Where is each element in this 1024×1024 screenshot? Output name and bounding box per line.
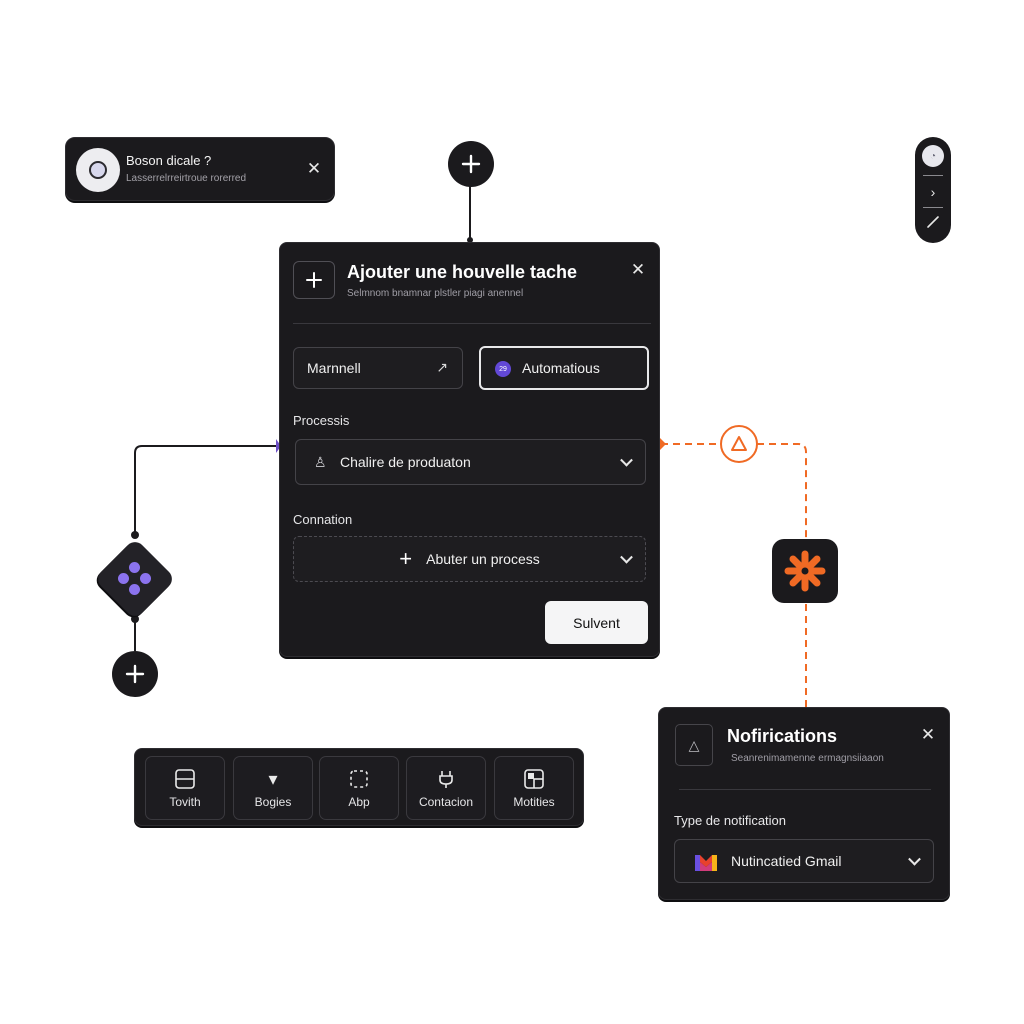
plus-icon xyxy=(125,664,145,684)
chevron-right-icon[interactable]: › xyxy=(915,184,951,200)
toast-title: Boson dicale ? xyxy=(126,153,212,168)
orange-connector-bubble xyxy=(720,425,758,463)
notifications-panel: △ Nofirications Seanrenimamenne ermagnsi… xyxy=(658,707,950,900)
toast-close-icon[interactable]: ✕ xyxy=(304,159,324,179)
tool-label: Tovith xyxy=(169,795,201,809)
grid-icon xyxy=(524,769,544,789)
line-tool-icon[interactable] xyxy=(915,215,951,232)
orange-trigger-node[interactable] xyxy=(772,539,838,603)
tool-label: Abp xyxy=(348,795,370,809)
tools-toolbar: Tovith ▾ Bogies Abp Contacion Motities xyxy=(134,748,584,826)
task-panel-title: Ajouter une houvelle tache xyxy=(347,262,578,282)
vertical-toolbar: ◔ › xyxy=(915,137,951,243)
connection-label: Connation xyxy=(293,512,353,527)
layout-icon xyxy=(175,769,195,789)
mode-auto-label: Automatious xyxy=(522,360,600,376)
task-plus-icon xyxy=(293,261,335,299)
asterisk-icon xyxy=(784,550,826,592)
add-task-panel: Ajouter une houvelle tache Selmnom bnamn… xyxy=(279,242,660,657)
notifications-title: Nofirications xyxy=(727,726,838,746)
user-avatar[interactable]: ◔ xyxy=(922,145,944,167)
process-value: Chalire de produaton xyxy=(340,454,471,470)
tool-contacion-button[interactable]: Contacion xyxy=(406,756,486,820)
add-node-bottom-button[interactable] xyxy=(112,651,158,697)
mode-automatic-button[interactable]: 29 Automatious xyxy=(479,346,649,390)
task-close-icon[interactable]: ✕ xyxy=(628,260,648,280)
funnel-icon: ▾ xyxy=(268,769,278,789)
pen-icon: ↗ xyxy=(436,359,448,375)
tool-bogies-button[interactable]: ▾ Bogies xyxy=(233,756,313,820)
toast-subtitle: Lasserrelrreirtroue rorerred xyxy=(126,173,247,184)
process-icon: ♙ xyxy=(314,454,327,470)
dashed-frame-icon xyxy=(350,770,368,788)
chevron-down-icon xyxy=(620,453,633,467)
process-label: Processis xyxy=(293,413,350,428)
notification-type-label: Type de notification xyxy=(674,813,787,828)
notification-type-value: Nutincatied Gmail xyxy=(731,853,842,869)
plug-icon xyxy=(439,771,453,788)
divider xyxy=(293,323,651,324)
tool-motities-button[interactable]: Motities xyxy=(494,756,574,820)
add-process-button[interactable]: + Abuter un process xyxy=(293,536,646,582)
add-node-top-button[interactable] xyxy=(448,141,494,187)
tool-abp-button[interactable]: Abp xyxy=(319,756,399,820)
four-dots-icon xyxy=(118,562,152,596)
tool-tovith-button[interactable]: Tovith xyxy=(145,756,225,820)
mode-manual-label: Marnnell xyxy=(307,360,361,376)
avatar xyxy=(76,148,120,192)
divider xyxy=(679,789,931,790)
mode-manual-button[interactable]: Marnnell ↗ xyxy=(293,347,463,389)
tool-label: Contacion xyxy=(418,795,474,809)
notifications-subtitle: Seanrenimamenne ermagnsiiaaon xyxy=(731,753,884,764)
gmail-icon xyxy=(695,855,717,871)
submit-button[interactable]: Sulvent xyxy=(545,601,648,644)
add-process-label: Abuter un process xyxy=(426,551,540,567)
warning-triangle-icon: △ xyxy=(675,724,713,766)
task-panel-subtitle: Selmnom bnamnar plstler piagi anennel xyxy=(347,288,524,299)
process-select[interactable]: ♙ Chalire de produaton xyxy=(295,439,646,485)
tool-label: Motities xyxy=(513,795,555,809)
plus-icon xyxy=(461,154,481,174)
chevron-down-icon xyxy=(620,550,633,564)
info-toast: Boson dicale ? Lasserrelrreirtroue rorer… xyxy=(65,137,335,201)
chevron-down-icon xyxy=(908,852,921,866)
auto-badge-icon: 29 xyxy=(495,361,511,377)
notification-type-select[interactable]: Nutincatied Gmail xyxy=(674,839,934,883)
tool-label: Bogies xyxy=(254,795,292,809)
plus-icon: + xyxy=(399,546,413,571)
notifications-close-icon[interactable]: ✕ xyxy=(918,725,938,745)
